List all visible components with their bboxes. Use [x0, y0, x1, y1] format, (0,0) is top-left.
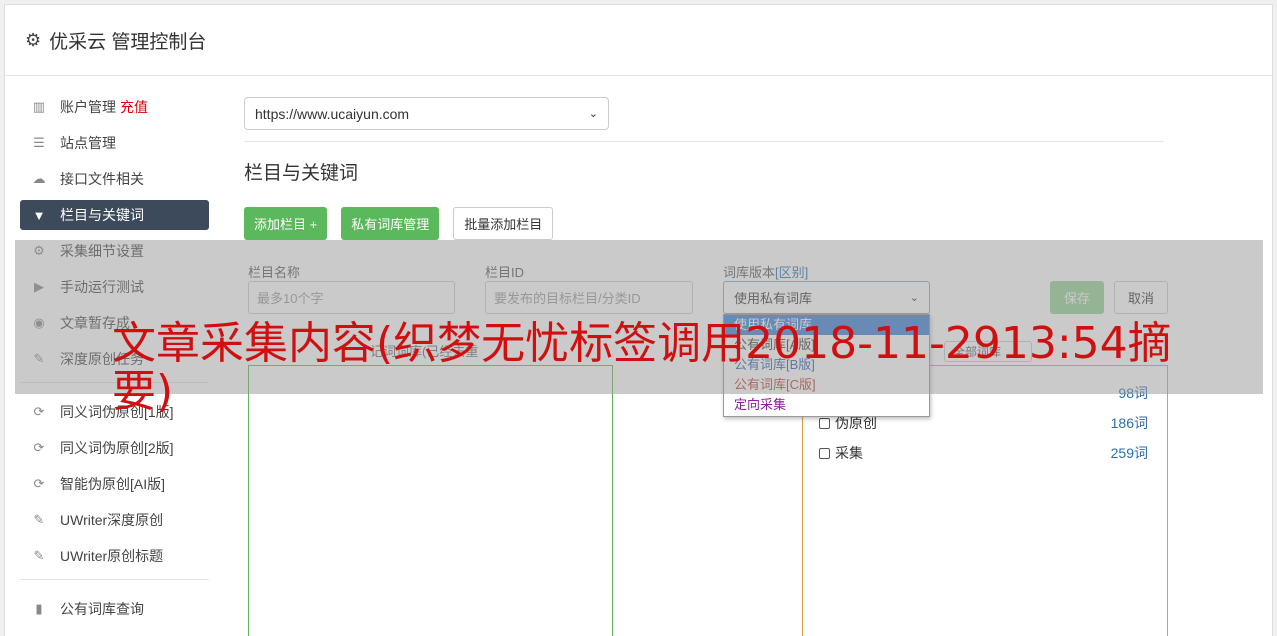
main-content: https://www.ucaiyun.com ⌄ 栏目与关键词 添加栏目 + … [244, 97, 1164, 240]
sidebar-item-interface-files[interactable]: ☁ 接口文件相关 [20, 164, 209, 194]
watermark-text: 文章采集内容(织梦无忧标签调用2018-11-2913:54摘要) [112, 318, 1172, 417]
site-select-value: https://www.ucaiyun.com [255, 105, 410, 122]
sidebar-item-label: UWriter原创标题 [60, 548, 164, 564]
chevron-down-icon: ⌄ [588, 108, 598, 120]
sidebar-item-label: UWriter深度原创 [60, 512, 164, 528]
sidebar-item-columns-keywords[interactable]: ▼ 栏目与关键词 [20, 200, 209, 230]
sidebar-item-label: 接口文件相关 [60, 171, 144, 187]
checkbox[interactable] [819, 417, 830, 429]
sidebar-item-uwriter-deep[interactable]: ✎ UWriter深度原创 [20, 505, 209, 535]
section-title: 栏目与关键词 [244, 163, 359, 184]
refresh-icon: ⟳ [33, 404, 45, 419]
sidebar-item-uwriter-title[interactable]: ✎ UWriter原创标题 [20, 541, 209, 571]
edit-icon: ✎ [33, 548, 45, 563]
divider [244, 141, 1164, 142]
app-title: 优采云 管理控制台 [49, 31, 207, 53]
bar-chart-icon: ▥ [32, 99, 46, 114]
sidebar-item-label: 站点管理 [60, 135, 116, 151]
edit-icon: ✎ [33, 512, 45, 527]
sidebar-divider [20, 579, 209, 580]
recharge-link[interactable]: 充值 [120, 97, 148, 117]
sidebar-item-public-lib[interactable]: ▮ 公有词库查询 [20, 594, 209, 624]
sidebar-item-label: 同义词伪原创[2版] [60, 440, 174, 456]
sidebar-item-ai-rewrite[interactable]: ⟳ 智能伪原创[AI版] [20, 469, 209, 499]
sidebar-item-synonym-v2[interactable]: ⟳ 同义词伪原创[2版] [20, 433, 209, 463]
sidebar-item-label: 公有词库查询 [60, 601, 144, 617]
lib-count: 259词 [1110, 445, 1148, 461]
lib-count: 186词 [1110, 415, 1148, 431]
sidebar-item-label: 栏目与关键词 [60, 207, 144, 223]
sidebar-item-label: 智能伪原创[AI版] [60, 476, 166, 492]
refresh-icon: ⟳ [33, 476, 45, 491]
gear-icon: ⚙ [25, 29, 42, 50]
book-icon: ▮ [35, 601, 43, 616]
sidebar-item-sites[interactable]: ☰ 站点管理 [20, 128, 209, 158]
server-icon: ☰ [33, 135, 45, 150]
checkbox[interactable] [819, 447, 830, 459]
refresh-icon: ⟳ [33, 440, 45, 455]
top-bar: ⚙ 优采云 管理控制台 [5, 5, 1272, 76]
private-lib-button[interactable]: 私有词库管理 [341, 207, 440, 240]
cloud-upload-icon: ☁ [32, 171, 46, 186]
filter-icon: ▼ [32, 207, 46, 223]
sidebar-item-account[interactable]: ▥ 账户管理 充值 [20, 92, 209, 122]
site-select[interactable]: https://www.ucaiyun.com ⌄ [244, 97, 609, 130]
action-buttons: 添加栏目 + 私有词库管理 批量添加栏目 [244, 207, 1164, 240]
add-column-button[interactable]: 添加栏目 + [244, 207, 328, 240]
lib-row-collect[interactable]: 采集 [819, 443, 863, 463]
batch-add-button[interactable]: 批量添加栏目 [453, 207, 554, 240]
sidebar-item-label: 账户管理 [60, 99, 116, 115]
lib-row-label: 采集 [835, 445, 863, 461]
